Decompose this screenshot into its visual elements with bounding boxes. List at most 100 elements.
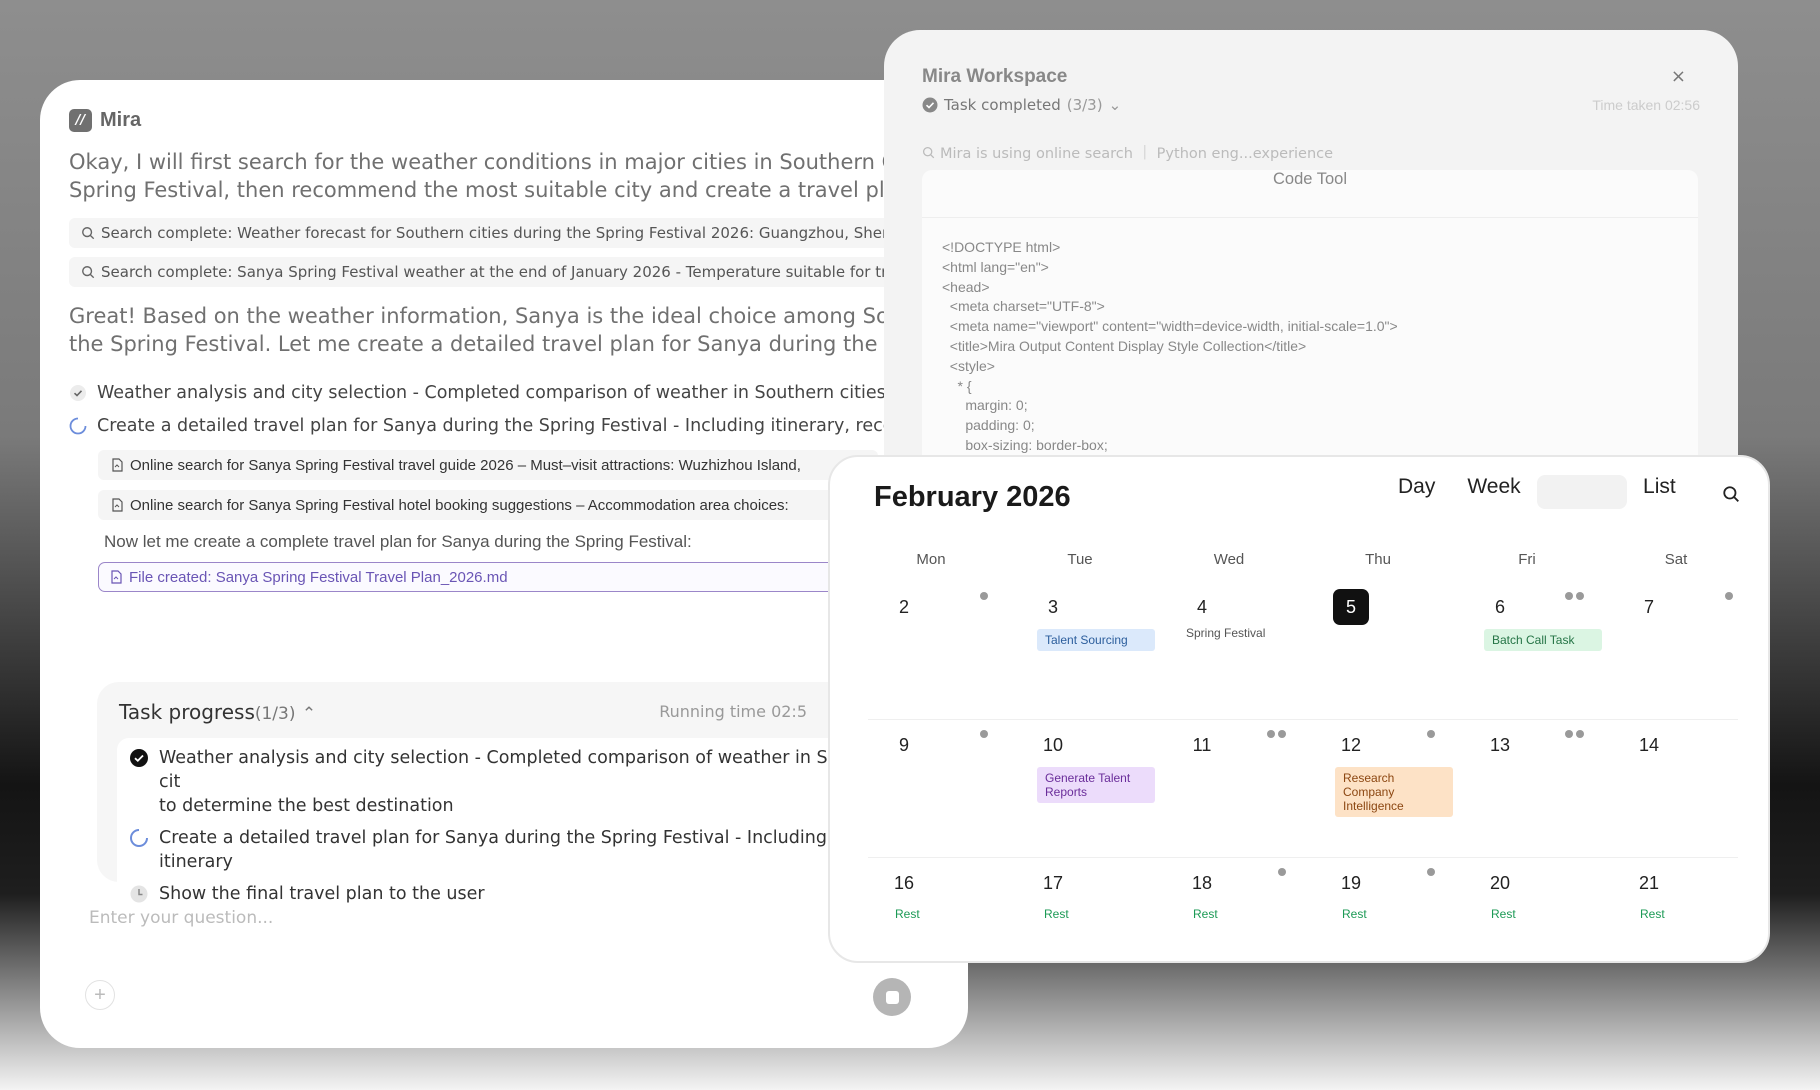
day-number[interactable]: 12 [1333,727,1369,763]
day-number[interactable]: 14 [1631,727,1667,763]
chevron-up-icon: ⌃ [301,704,317,724]
document-icon [112,458,123,472]
calendar-event[interactable]: Batch Call Task [1484,629,1602,651]
calendar-event[interactable]: Spring Festival [1186,626,1304,640]
day-number[interactable]: 20 [1482,865,1518,901]
event-dot [1427,868,1435,876]
weekday-label: Thu [1365,551,1391,568]
day-number[interactable]: 6 [1482,589,1518,625]
day-number[interactable]: 9 [886,727,922,763]
task-progress-count: (1/3) [254,704,296,724]
rest-label: Rest [1640,907,1665,921]
task-status[interactable]: Task completed (3/3) ⌄ [922,96,1121,114]
add-attachment-button[interactable]: + [85,980,115,1010]
search-result-chip[interactable]: Search complete: Weather forecast for So… [69,218,929,248]
event-dots [1278,868,1286,876]
rest-label: Rest [895,907,920,921]
task-status-count: (3/3) [1066,96,1103,114]
close-button[interactable]: × [1671,66,1686,87]
day-number[interactable]: 16 [886,865,922,901]
event-dot [1565,592,1573,600]
result-text-line-2: the Spring Festival. Let me create a det… [69,332,929,356]
view-week-button[interactable]: Week [1451,475,1536,509]
step-item[interactable]: Weather analysis and city selection - Co… [69,383,968,403]
task-item-text: Create a detailed travel plan for Sanya … [159,828,827,872]
event-dots [1427,868,1435,876]
task-item-text-cont: to determine the best destination [159,796,454,816]
calendar-event[interactable]: Talent Sourcing [1037,629,1155,651]
event-dot [1725,592,1733,600]
check-circle-icon [70,385,86,401]
day-number[interactable]: 4 [1184,589,1220,625]
week-divider [868,719,1738,720]
day-number[interactable]: 10 [1035,727,1071,763]
event-dot [980,730,988,738]
search-icon [922,146,935,159]
question-input[interactable]: Enter your question... + [69,890,929,1030]
task-progress-title: Task progress [119,700,255,724]
sub-search-text: Online search for Sanya Spring Festival … [130,456,801,474]
file-created-chip[interactable]: File created: Sanya Spring Festival Trav… [98,562,878,592]
task-progress-panel: Task progress(1/3) ⌃ Running time 02:5 W… [97,682,937,922]
calendar-window: February 2026 Day Week Month List Mon Tue… [828,455,1770,963]
rest-label: Rest [1044,907,1069,921]
result-text-line-1: Great! Based on the weather information,… [69,304,929,328]
search-result-chip[interactable]: Search complete: Sanya Spring Festival w… [69,257,929,287]
time-taken: Time taken 02:56 [1592,97,1700,113]
event-dot [1576,730,1584,738]
step-item[interactable]: Create a detailed travel plan for Sanya … [69,416,968,436]
status-text: Now let me create a complete travel plan… [104,532,692,551]
weekday-label: Mon [916,551,946,568]
code-tool-title: Code Tool [922,170,1698,218]
sub-search-chip[interactable]: Online search for Sanya Spring Festival … [98,490,878,520]
calendar-month-title: February 2026 [874,481,1071,513]
check-circle-filled-icon [130,749,148,767]
day-number[interactable]: 3 [1035,589,1071,625]
today-day-number[interactable]: 5 [1333,589,1369,625]
file-created-text: File created: Sanya Spring Festival Trav… [129,568,508,586]
tool-usage-line: Mira is using online search ｜ Python eng… [922,142,1333,163]
mira-logo-icon: // [69,109,92,132]
event-dot [1267,730,1275,738]
day-number[interactable]: 13 [1482,727,1518,763]
rest-label: Rest [1342,907,1367,921]
event-dot [1278,730,1286,738]
event-dots [1427,730,1435,738]
event-dot [1427,730,1435,738]
day-number[interactable]: 2 [886,589,922,625]
day-number[interactable]: 18 [1184,865,1220,901]
day-number[interactable]: 17 [1035,865,1071,901]
file-icon [111,570,122,584]
code-block: <!DOCTYPE html> <html lang="en"> <head> … [942,239,1398,453]
event-dot [980,592,988,600]
day-number[interactable]: 19 [1333,865,1369,901]
workspace-title: Mira Workspace [922,66,1068,87]
event-dot [1565,730,1573,738]
stop-button[interactable] [873,978,911,1016]
view-month-button[interactable]: Month [1536,475,1628,509]
step-label: Weather analysis and city selection - Co… [97,383,968,403]
calendar-search-icon[interactable] [1722,485,1740,503]
rest-label: Rest [1491,907,1516,921]
intro-text-line-1: Okay, I will first search for the weathe… [69,150,929,174]
loading-spinner-icon [69,417,87,435]
day-number[interactable]: 7 [1631,589,1667,625]
weekday-label: Wed [1213,551,1245,568]
day-number[interactable]: 11 [1184,727,1220,763]
event-dots [1267,730,1286,738]
calendar-event[interactable]: Research Company Intelligence [1335,767,1453,817]
sub-search-chip[interactable]: Online search for Sanya Spring Festival … [98,450,878,480]
check-circle-icon [922,97,938,113]
task-progress-header[interactable]: Task progress(1/3) ⌃ [119,700,316,724]
search-result-text: Search complete: Weather forecast for So… [101,224,929,242]
view-list-button[interactable]: List [1627,475,1692,509]
event-dots [1565,592,1584,600]
task-item: Create a detailed travel plan for Sanya … [129,826,905,874]
day-number[interactable]: 21 [1631,865,1667,901]
calendar-event[interactable]: Generate Talent Reports [1037,767,1155,803]
event-dots [1565,730,1584,738]
event-dots [980,592,988,600]
view-day-button[interactable]: Day [1382,475,1451,509]
weekday-label: Sat [1664,551,1688,568]
rest-label: Rest [1193,907,1218,921]
